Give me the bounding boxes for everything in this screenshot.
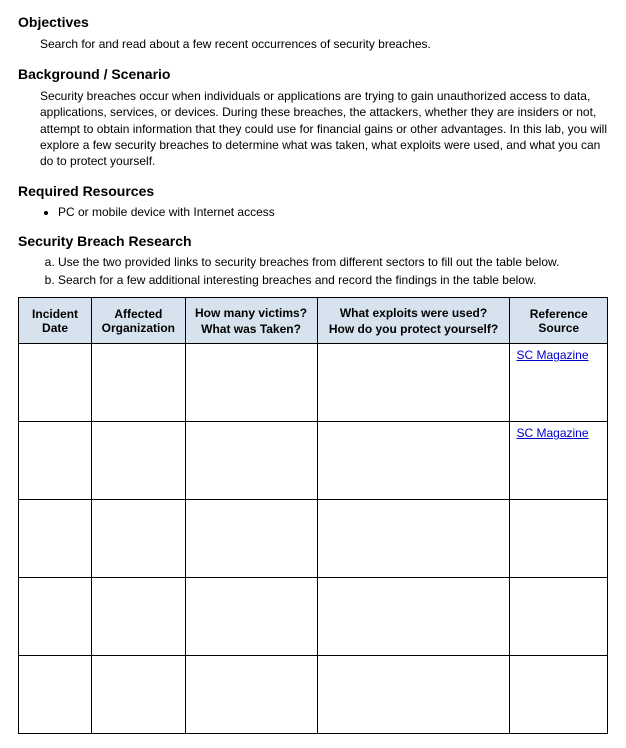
cell-incident-date (19, 656, 92, 734)
cell-affected-org (92, 578, 185, 656)
research-heading: Security Breach Research (18, 233, 608, 249)
cell-incident-date (19, 422, 92, 500)
objectives-text: Search for and read about a few recent o… (40, 36, 608, 52)
background-heading: Background / Scenario (18, 66, 608, 82)
resources-heading: Required Resources (18, 183, 608, 199)
breach-table: Incident Date Affected Organization How … (18, 297, 608, 734)
table-row: SC Magazine (19, 422, 608, 500)
cell-victims-taken (185, 344, 317, 422)
table-row (19, 578, 608, 656)
background-text: Security breaches occur when individuals… (40, 88, 608, 169)
objectives-heading: Objectives (18, 14, 608, 30)
th-incident-date: Incident Date (19, 298, 92, 344)
th-victims-taken: How many victims? What was Taken? (185, 298, 317, 344)
cell-reference (510, 500, 608, 578)
objectives-section: Objectives Search for and read about a f… (18, 14, 608, 52)
cell-affected-org (92, 500, 185, 578)
cell-exploits-protect (317, 578, 510, 656)
th-affected-org: Affected Organization (92, 298, 185, 344)
th-exploits-protect: What exploits were used? How do you prot… (317, 298, 510, 344)
th-exploits-line2: How do you protect yourself? (324, 322, 504, 336)
table-row: SC Magazine (19, 344, 608, 422)
cell-affected-org (92, 422, 185, 500)
resources-list: PC or mobile device with Internet access (18, 205, 608, 219)
research-step-a: Use the two provided links to security b… (58, 255, 608, 269)
resource-item: PC or mobile device with Internet access (58, 205, 608, 219)
reference-link[interactable]: SC Magazine (516, 348, 588, 362)
table-row (19, 500, 608, 578)
table-row (19, 656, 608, 734)
table-header-row: Incident Date Affected Organization How … (19, 298, 608, 344)
research-steps: Use the two provided links to security b… (18, 255, 608, 287)
background-section: Background / Scenario Security breaches … (18, 66, 608, 169)
cell-victims-taken (185, 656, 317, 734)
cell-exploits-protect (317, 344, 510, 422)
th-victims-line2: What was Taken? (192, 322, 311, 336)
research-section: Security Breach Research Use the two pro… (18, 233, 608, 287)
cell-victims-taken (185, 578, 317, 656)
cell-incident-date (19, 578, 92, 656)
th-reference: Reference Source (510, 298, 608, 344)
th-victims-line1: How many victims? (192, 306, 311, 320)
table-body: SC Magazine SC Magazine (19, 344, 608, 734)
cell-incident-date (19, 344, 92, 422)
cell-exploits-protect (317, 422, 510, 500)
th-exploits-line1: What exploits were used? (324, 306, 504, 320)
cell-victims-taken (185, 500, 317, 578)
cell-reference (510, 578, 608, 656)
cell-reference: SC Magazine (510, 422, 608, 500)
cell-incident-date (19, 500, 92, 578)
cell-exploits-protect (317, 500, 510, 578)
cell-affected-org (92, 344, 185, 422)
cell-reference: SC Magazine (510, 344, 608, 422)
cell-victims-taken (185, 422, 317, 500)
resources-section: Required Resources PC or mobile device w… (18, 183, 608, 219)
cell-exploits-protect (317, 656, 510, 734)
cell-affected-org (92, 656, 185, 734)
reference-link[interactable]: SC Magazine (516, 426, 588, 440)
cell-reference (510, 656, 608, 734)
research-step-b: Search for a few additional interesting … (58, 273, 608, 287)
